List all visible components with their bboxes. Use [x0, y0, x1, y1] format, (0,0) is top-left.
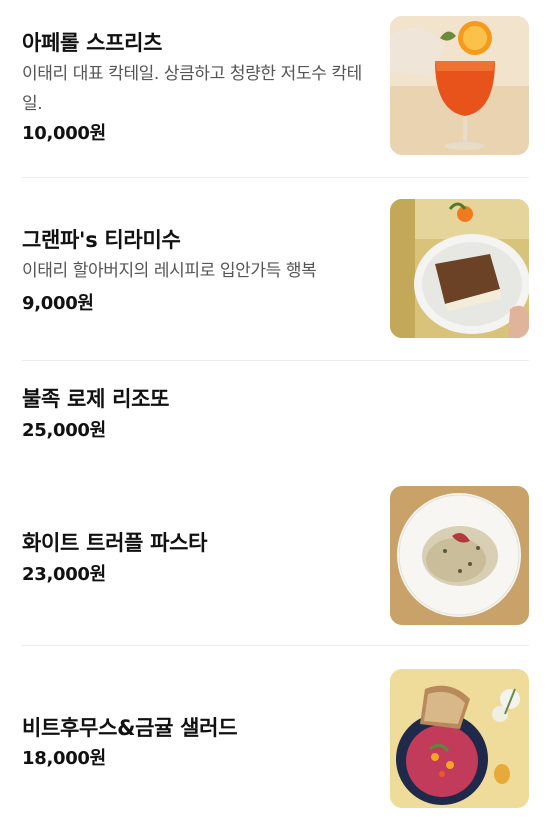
menu-item-price: 25,000원 — [22, 420, 106, 441]
beet-hummus-salad-photo[interactable] — [390, 669, 529, 808]
menu-item-name: 비트후무스&금귤 샐러드 — [22, 716, 238, 740]
menu-item-name: 아페롤 스프리츠 — [22, 31, 163, 55]
menu-list: 아페롤 스프리츠 이태리 대표 칵테일. 상큼하고 청량한 저도수 칵테일. 1… — [0, 0, 550, 825]
tiramisu-photo[interactable] — [390, 199, 529, 338]
menu-item-description: 이태리 할아버지의 레시피로 입안가득 행복 — [22, 261, 317, 281]
menu-item-beet-salad[interactable]: 비트후무스&금귤 샐러드 18,000원 — [0, 646, 550, 825]
truffle-pasta-photo[interactable] — [390, 486, 529, 625]
aperol-spritz-photo[interactable] — [390, 16, 529, 155]
menu-item-price: 10,000원 — [22, 123, 106, 144]
menu-item-aperol-spritz[interactable]: 아페롤 스프리츠 이태리 대표 칵테일. 상큼하고 청량한 저도수 칵테일. 1… — [0, 0, 550, 178]
menu-item-name: 그랜파's 티라미수 — [22, 228, 181, 252]
menu-item-price: 9,000원 — [22, 293, 94, 314]
menu-item-description: 이태리 대표 칵테일. 상큼하고 청량한 저도수 칵테일. — [22, 64, 362, 114]
menu-item-truffle-pasta[interactable]: 화이트 트러플 파스타 23,000원 — [0, 471, 550, 646]
menu-item-tiramisu[interactable]: 그랜파's 티라미수 이태리 할아버지의 레시피로 입안가득 행복 9,000원 — [0, 178, 550, 361]
menu-item-price: 18,000원 — [22, 748, 106, 769]
menu-item-price: 23,000원 — [22, 564, 106, 585]
menu-item-name: 화이트 트러플 파스타 — [22, 531, 208, 555]
menu-item-name: 불족 로제 리조또 — [22, 387, 170, 411]
menu-item-rose-risotto[interactable]: 불족 로제 리조또 25,000원 — [0, 361, 550, 471]
